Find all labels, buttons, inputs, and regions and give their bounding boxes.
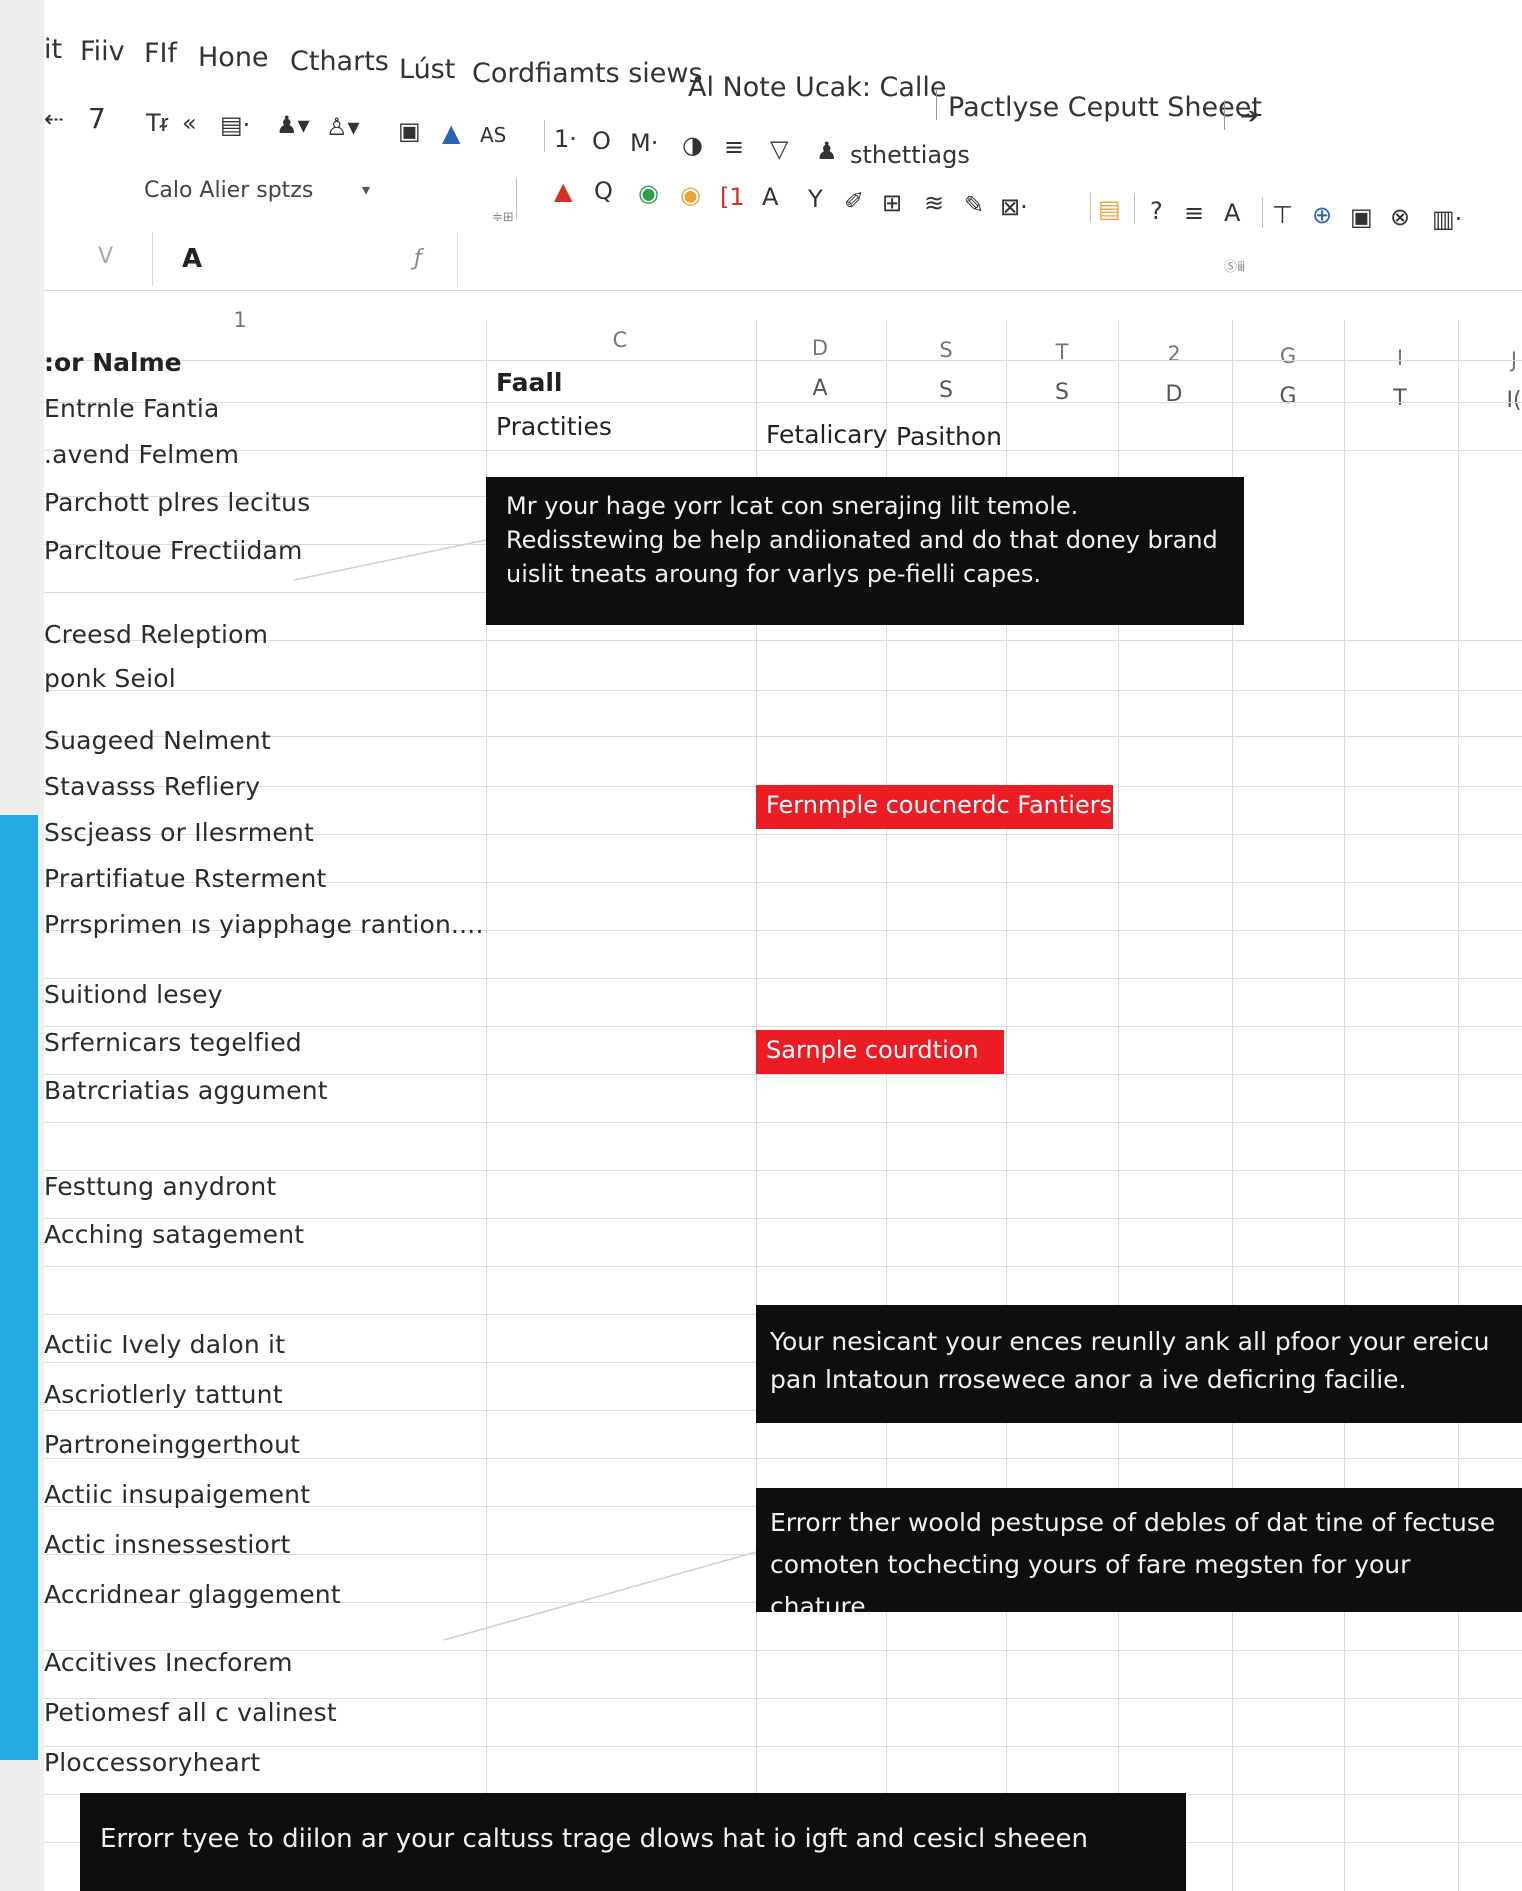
table-icon[interactable]: ⊞	[882, 188, 902, 218]
font-selector-value: Calo Alier sptzs	[144, 178, 314, 203]
red-tag[interactable]: Fernmple coucnerdc Fantiers	[756, 785, 1113, 829]
menu-divider	[936, 90, 937, 120]
warning-icon[interactable]: ▲	[554, 176, 572, 206]
toolbar-divider	[516, 178, 517, 220]
merge-icon[interactable]: M·	[630, 128, 658, 158]
green-badge-icon[interactable]: ◉	[638, 178, 659, 208]
note-box[interactable]: Errorr tyee to diilon ar your caltuss tr…	[80, 1793, 1186, 1891]
link-icon[interactable]: ⊕	[1312, 200, 1332, 230]
name-box[interactable]: V	[44, 232, 153, 286]
list-icon[interactable]: ≡	[1184, 198, 1204, 228]
connector-line	[443, 1551, 757, 1641]
formula-input[interactable]: A ƒ	[152, 232, 458, 286]
person-outline-dropdown-icon[interactable]: ♙▾	[326, 112, 360, 142]
help-icon[interactable]: ?	[1150, 196, 1163, 226]
menu-item-hone[interactable]: Hone	[198, 42, 269, 73]
menu-item-it[interactable]: it	[44, 34, 62, 65]
line-spacing-icon[interactable]: 1·	[554, 124, 577, 154]
sheet-grid: 1 C D S T 2 G I J A S S D G T I( :or Nal…	[44, 300, 1522, 1891]
text-format-icon[interactable]: Tᵲ	[146, 108, 169, 138]
menu-item-ctharts[interactable]: Ctharts	[290, 46, 389, 77]
note-box[interactable]: Mr your hage yorr lcat con snerajing lil…	[486, 477, 1244, 625]
tiny-marker-right: Ⓢⅲ	[1224, 260, 1246, 275]
menu-item-fif[interactable]: FIf	[144, 38, 177, 69]
toolbar-divider	[1262, 198, 1263, 228]
paste-icon[interactable]: ▤·	[220, 110, 250, 140]
note-box[interactable]: Errorr ther woold pestupse of debles of …	[756, 1488, 1522, 1621]
drive-icon[interactable]: ▲	[442, 118, 460, 148]
chevron-down-icon: ▾	[362, 180, 371, 199]
search-icon[interactable]: Q	[594, 176, 613, 206]
connector-line	[293, 539, 487, 581]
pencil-icon[interactable]: ✎	[964, 190, 984, 220]
font-color-icon[interactable]: A	[1224, 198, 1240, 228]
spreadsheet-app: it Fiiv FIf Hone Ctharts Lúst Cordfiamts…	[44, 0, 1522, 1891]
clear-icon[interactable]: ⊗	[1390, 202, 1410, 232]
person-dropdown-icon[interactable]: ♟▾	[276, 110, 310, 140]
align-icon[interactable]: ≡	[724, 132, 744, 162]
palette-icon[interactable]: ◉	[680, 180, 701, 210]
note-box[interactable]: Your nesicant your ences reunlly ank all…	[756, 1305, 1522, 1423]
toolbar-divider	[544, 120, 545, 152]
blue-side-bar	[0, 815, 38, 1760]
user-icon[interactable]: ♟	[816, 136, 838, 166]
settings-label[interactable]: sthettiags	[850, 140, 970, 170]
image-dropdown-icon[interactable]: ⊠·	[1000, 192, 1028, 222]
folder-icon[interactable]: ▤	[1098, 194, 1121, 224]
menu-item-cordfiamts-siews[interactable]: Cordfiamts siews	[472, 58, 703, 89]
formula-bar-divider	[44, 290, 1522, 291]
bracket-icon[interactable]: [1	[720, 182, 745, 212]
filter-icon[interactable]: ▽	[770, 134, 788, 164]
half-circle-icon[interactable]: ◑	[682, 130, 703, 160]
circle-icon[interactable]: O	[592, 126, 611, 156]
undo-icon[interactable]: ⇠	[44, 104, 64, 134]
triangle-icon[interactable]: A	[762, 182, 778, 212]
menu-divider	[1224, 100, 1225, 130]
menu-item-lust[interactable]: Lúst	[399, 54, 455, 85]
pen-icon[interactable]: ✐	[844, 186, 864, 216]
more-dropdown-icon[interactable]: ▥·	[1432, 204, 1462, 234]
toolbar-divider	[1134, 194, 1135, 224]
formula-content: A	[182, 244, 203, 274]
wrap-icon[interactable]: ≋	[924, 188, 944, 218]
redo-icon[interactable]: 7	[88, 104, 106, 134]
grid-icon[interactable]: ▣	[398, 116, 421, 146]
menu-item-fiiv[interactable]: Fiiv	[80, 36, 125, 67]
menu-item-al-note[interactable]: Al Note Ucak: Calle	[688, 72, 947, 103]
name-box-value: V	[98, 244, 114, 269]
arrow-right-icon[interactable]: ➔	[1240, 104, 1258, 129]
red-tag[interactable]: Sarnple courdtion	[756, 1030, 1004, 1074]
tiny-marker-left: ≑⊞	[492, 210, 514, 225]
filter-funnel-icon[interactable]: Y	[808, 184, 823, 214]
font-selector[interactable]: Calo Alier sptzs ▾	[144, 178, 384, 214]
as-icon[interactable]: AS	[480, 120, 506, 150]
toolbar-divider	[1090, 192, 1091, 222]
border-icon[interactable]: ▣	[1350, 202, 1373, 232]
menu-item-pactlyse[interactable]: Pactlyse Ceputt Sheeet	[948, 92, 1262, 123]
strike-icon[interactable]: ⊤	[1272, 200, 1293, 230]
function-icon[interactable]: ƒ	[414, 246, 422, 271]
chevron-left-icon[interactable]: «	[182, 108, 197, 138]
